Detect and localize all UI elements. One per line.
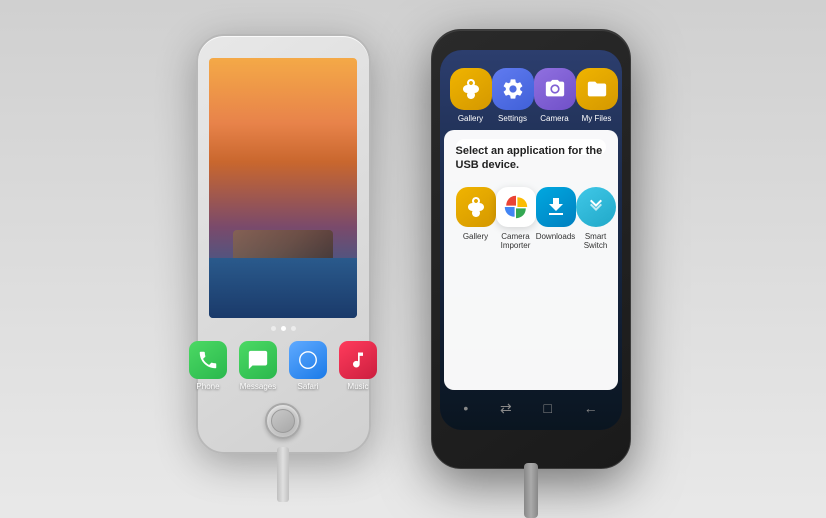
home-button-inner bbox=[271, 409, 295, 433]
s-gallery-label: Gallery bbox=[458, 114, 483, 123]
iphone-screen bbox=[209, 58, 357, 318]
page-indicators bbox=[271, 326, 296, 331]
samsung-top-app-row: Gallery Settings bbox=[440, 50, 622, 131]
iphone-dock: Phone Messages Safari bbox=[189, 341, 377, 391]
dialog-app-list: Gallery bbox=[456, 187, 606, 380]
samsung-device: Gallery Settings bbox=[431, 29, 631, 469]
dot-2 bbox=[281, 326, 286, 331]
phone-icon-img bbox=[189, 341, 227, 379]
s-camera-icon bbox=[534, 68, 576, 110]
google-photos-svg bbox=[502, 193, 530, 221]
d-switch-svg bbox=[584, 195, 608, 219]
water-reflection bbox=[209, 258, 357, 318]
nav-dot-icon: • bbox=[463, 400, 468, 416]
samsung-app-camera[interactable]: Camera bbox=[534, 68, 576, 123]
app-music[interactable]: Music bbox=[339, 341, 377, 391]
nav-recent-icon[interactable]: ⇄ bbox=[500, 400, 512, 417]
samsung-app-myfiles[interactable]: My Files bbox=[576, 68, 618, 123]
nav-back-icon[interactable]: ← bbox=[584, 400, 598, 416]
messages-svg bbox=[247, 349, 269, 371]
d-flower-svg bbox=[464, 195, 488, 219]
iphone-device: Phone Messages Safari bbox=[196, 34, 371, 454]
usb-cable bbox=[524, 463, 538, 518]
dialog-app-camera-importer[interactable]: Camera Importer bbox=[496, 187, 536, 380]
scene: Phone Messages Safari bbox=[0, 0, 826, 508]
messages-label: Messages bbox=[240, 382, 276, 391]
app-phone[interactable]: Phone bbox=[189, 341, 227, 391]
home-button[interactable] bbox=[265, 403, 301, 439]
nav-home-icon[interactable]: □ bbox=[543, 400, 551, 416]
d-smartswitch-icon bbox=[576, 187, 616, 227]
usb-dialog: Select an application for the USB device… bbox=[444, 130, 618, 390]
dialog-app-downloads[interactable]: Downloads bbox=[536, 187, 576, 380]
phone-label: Phone bbox=[196, 382, 219, 391]
s-gallery-icon bbox=[450, 68, 492, 110]
dialog-title: Select an application for the USB device… bbox=[456, 144, 606, 173]
safari-icon-img bbox=[289, 341, 327, 379]
music-icon-img bbox=[339, 341, 377, 379]
d-cameraimp-label: Camera Importer bbox=[501, 232, 531, 251]
camera-svg bbox=[544, 78, 566, 100]
dot-3 bbox=[291, 326, 296, 331]
d-cameraimp-icon bbox=[496, 187, 536, 227]
app-messages[interactable]: Messages bbox=[239, 341, 277, 391]
d-gallery-label: Gallery bbox=[463, 232, 488, 242]
dot-1 bbox=[271, 326, 276, 331]
d-smartswitch-label: Smart Switch bbox=[576, 232, 616, 251]
dialog-app-smart-switch[interactable]: Smart Switch bbox=[576, 187, 616, 380]
lightning-cable bbox=[277, 447, 289, 502]
s-settings-icon bbox=[492, 68, 534, 110]
music-svg bbox=[348, 350, 368, 370]
app-safari[interactable]: Safari bbox=[289, 341, 327, 391]
samsung-background: Gallery Settings bbox=[440, 50, 622, 430]
safari-svg bbox=[297, 349, 319, 371]
samsung-nav-bar: • ⇄ □ ← bbox=[448, 392, 614, 424]
s-myfiles-label: My Files bbox=[582, 114, 612, 123]
messages-icon-img bbox=[239, 341, 277, 379]
samsung-app-settings[interactable]: Settings bbox=[492, 68, 534, 123]
s-settings-label: Settings bbox=[498, 114, 527, 123]
d-downloads-icon bbox=[536, 187, 576, 227]
samsung-screen: Gallery Settings bbox=[440, 50, 622, 430]
flower-svg bbox=[459, 77, 483, 101]
d-downloads-label: Downloads bbox=[536, 232, 576, 242]
dialog-app-gallery[interactable]: Gallery bbox=[456, 187, 496, 380]
samsung-app-gallery[interactable]: Gallery bbox=[450, 68, 492, 123]
gear-svg bbox=[501, 77, 525, 101]
d-gallery-icon bbox=[456, 187, 496, 227]
s-myfiles-icon bbox=[576, 68, 618, 110]
folder-svg bbox=[586, 78, 608, 100]
d-download-svg bbox=[544, 195, 568, 219]
s-camera-label: Camera bbox=[540, 114, 568, 123]
safari-label: Safari bbox=[298, 382, 319, 391]
music-label: Music bbox=[348, 382, 369, 391]
phone-svg bbox=[197, 349, 219, 371]
